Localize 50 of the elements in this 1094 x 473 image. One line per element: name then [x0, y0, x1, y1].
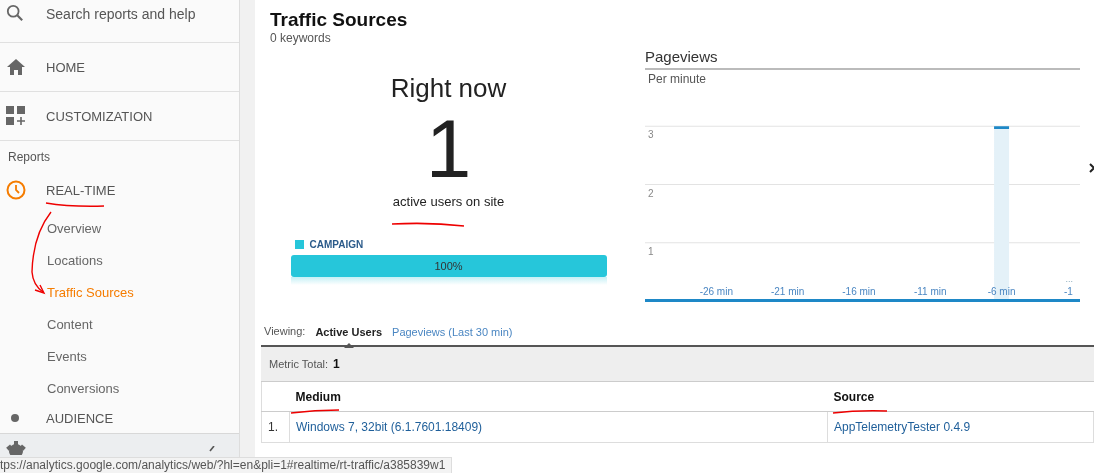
home-icon: [6, 58, 26, 76]
nav-item[interactable]: REAL-TIME: [0, 167, 239, 213]
annotation-underline: [832, 409, 888, 414]
active-user-count: 1: [425, 104, 472, 194]
page-title: Traffic Sources: [270, 9, 408, 31]
viewing-label: Viewing:: [264, 325, 306, 337]
axis-tick-label: -11 min: [913, 286, 947, 297]
axis-tick-label: -6 min: [987, 286, 1016, 297]
axis-tick-label: -21 min: [770, 286, 805, 297]
nav-subitem[interactable]: Overview: [47, 213, 102, 245]
axis-tick-label: 3: [648, 129, 654, 141]
metric-value: 1: [333, 357, 340, 371]
nav-item[interactable]: AUDIENCE: [46, 410, 114, 426]
search-icon: [6, 4, 24, 22]
more-marker: ...: [1065, 274, 1073, 284]
axis-tick-label: -1: [1063, 286, 1073, 297]
legend-label: CAMPAIGN: [309, 239, 364, 250]
dashboard-add-icon: [6, 106, 26, 126]
annotation-underline: [290, 409, 340, 414]
nav-subitem[interactable]: Content: [47, 309, 93, 341]
bullet-icon: [11, 414, 19, 422]
view-tab[interactable]: Active Users: [315, 326, 383, 338]
nav-item[interactable]: CUSTOMIZATION: [0, 92, 239, 141]
search-field[interactable]: Search reports and help: [46, 4, 226, 22]
nav-item[interactable]: HOME: [0, 43, 239, 92]
column-header[interactable]: Medium: [289, 381, 828, 412]
nav-subitem[interactable]: Events: [47, 341, 87, 373]
chart-subtitle: Per minute: [648, 72, 707, 86]
clock-icon: [6, 180, 26, 200]
column-header[interactable]: Source: [827, 381, 1094, 412]
view-tab[interactable]: Pageviews (Last 30 min): [392, 326, 513, 338]
axis-tick-label: -26 min: [699, 286, 733, 297]
chevron-right-icon[interactable]: [1089, 163, 1094, 173]
axis-tick-label: 2: [648, 187, 654, 199]
table-cell-link[interactable]: Windows 7, 32bit (6.1.7601.18409): [289, 411, 828, 443]
axis-tick-label: -16 min: [842, 286, 876, 297]
section-label: Reports: [7, 149, 51, 166]
nav-subitem[interactable]: Conversions: [47, 373, 120, 405]
axis-tick-label: 1: [648, 245, 654, 257]
page-subtitle: 0 keywords: [270, 31, 331, 45]
chart-title: Pageviews: [645, 48, 718, 65]
metric-label: Metric Total:: [269, 358, 329, 370]
summary-caption: active users on site: [392, 194, 505, 209]
nav-subitem[interactable]: Locations: [47, 245, 103, 277]
status-bar-url: tps://analytics.google.com/analytics/web/?hl=en&pli=1#realtime/rt-traffic/a385839w1: [0, 457, 453, 473]
annotation-underline: [45, 202, 105, 207]
summary-heading: Right now: [390, 73, 507, 104]
share-reading: 100%: [433, 260, 464, 272]
row-number: 1.: [261, 411, 290, 443]
table-cell-link[interactable]: AppTelemetryTester 0.4.9: [827, 411, 1094, 443]
